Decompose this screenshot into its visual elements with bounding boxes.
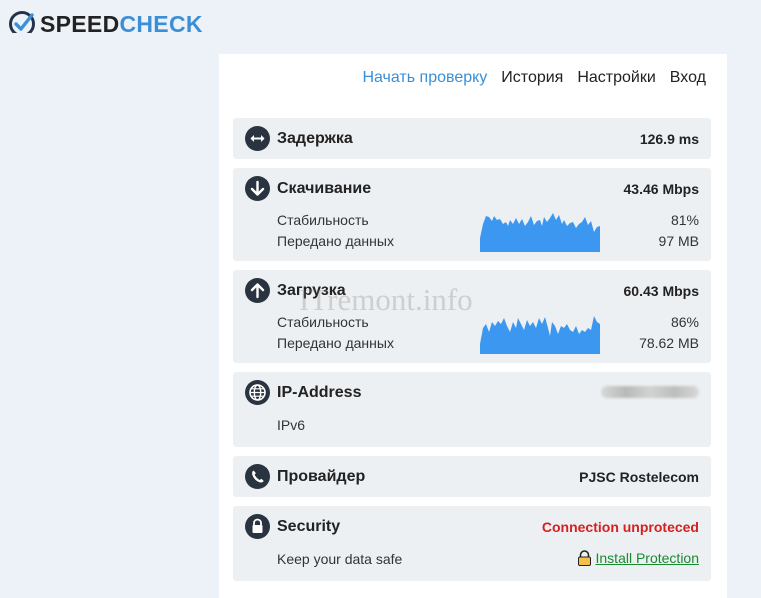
latency-value: 126.9 ms: [639, 131, 699, 147]
horizontal-arrows-icon: [245, 126, 270, 151]
security-subtitle: Keep your data safe: [277, 551, 403, 567]
latency-card: Задержка 126.9 ms: [233, 118, 711, 159]
download-transferred-label: Передано данных: [277, 233, 394, 249]
nav-settings[interactable]: Настройки: [577, 69, 655, 87]
app-logo[interactable]: SPEEDCHECK: [7, 9, 203, 39]
install-protection-link[interactable]: Install Protection: [596, 550, 700, 566]
ip-address-blurred: [601, 386, 699, 398]
arrow-up-icon: [245, 278, 270, 303]
security-card: Security Connection unproteced Keep your…: [233, 506, 711, 581]
download-transferred-value: 97 MB: [658, 233, 699, 249]
ip-version: IPv6: [277, 417, 306, 433]
nav-history[interactable]: История: [501, 69, 563, 87]
upload-card: Загрузка 60.43 Mbps Стабильность Передан…: [233, 270, 711, 363]
download-stability-value: 81%: [670, 212, 699, 228]
latency-title: Задержка: [277, 130, 353, 147]
download-card: Скачивание 43.46 Mbps Стабильность Перед…: [233, 168, 711, 261]
security-title: Security: [277, 518, 341, 535]
ip-title: IP-Address: [277, 384, 362, 401]
arrow-down-icon: [245, 176, 270, 201]
nav-login[interactable]: Вход: [670, 69, 706, 87]
globe-icon: [245, 380, 270, 405]
phone-icon: [245, 464, 270, 489]
upload-stability-value: 86%: [670, 314, 699, 330]
padlock-icon: [577, 550, 591, 566]
ip-card: IP-Address IPv6: [233, 372, 711, 447]
install-protection: Install Protection: [577, 550, 700, 566]
upload-title: Загрузка: [277, 282, 346, 299]
download-value: 43.46 Mbps: [623, 181, 699, 197]
download-title: Скачивание: [277, 180, 372, 197]
provider-value: PJSC Rostelecom: [579, 469, 699, 485]
results-panel: Начать проверку История Настройки Вход З…: [219, 54, 727, 598]
provider-title: Провайдер: [277, 468, 366, 485]
nav-start-test[interactable]: Начать проверку: [362, 69, 487, 87]
upload-transferred-label: Передано данных: [277, 335, 394, 351]
upload-transferred-value: 78.62 MB: [639, 335, 699, 351]
download-stability-label: Стабильность: [277, 212, 369, 228]
upload-stability-label: Стабильность: [277, 314, 369, 330]
provider-card: Провайдер PJSC Rostelecom: [233, 456, 711, 497]
upload-speed-graph: [480, 316, 600, 354]
speedometer-check-icon: [9, 11, 35, 37]
download-speed-graph: [480, 213, 600, 252]
top-nav: Начать проверку История Настройки Вход: [362, 69, 706, 87]
lock-icon: [245, 514, 270, 539]
logo-text: SPEEDCHECK: [40, 11, 203, 37]
upload-value: 60.43 Mbps: [623, 283, 699, 299]
security-status: Connection unproteced: [541, 519, 699, 535]
